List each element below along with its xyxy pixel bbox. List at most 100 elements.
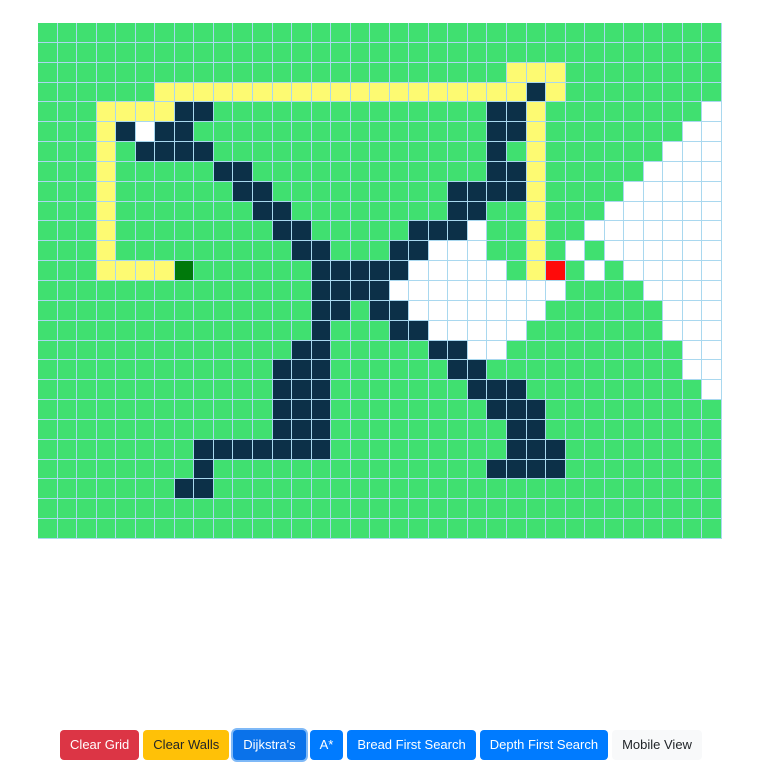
grid-cell[interactable]: [116, 221, 136, 242]
grid-cell[interactable]: [624, 122, 644, 143]
grid-cell[interactable]: [174, 459, 195, 480]
grid-cell[interactable]: [350, 300, 371, 321]
grid-cell[interactable]: [135, 459, 156, 480]
grid-cell[interactable]: [155, 519, 175, 539]
path-cell[interactable]: [135, 261, 156, 281]
grid-cell[interactable]: [370, 201, 390, 222]
grid-cell[interactable]: [57, 459, 78, 480]
grid-cell[interactable]: [643, 122, 664, 143]
visited-cell[interactable]: [467, 221, 488, 242]
grid-cell[interactable]: [292, 181, 312, 202]
grid-cell[interactable]: [448, 439, 468, 460]
wall-cell[interactable]: [409, 221, 429, 242]
grid-cell[interactable]: [38, 459, 58, 480]
path-cell[interactable]: [213, 82, 234, 103]
grid-cell[interactable]: [702, 479, 722, 500]
path-cell[interactable]: [96, 161, 117, 182]
grid-cell[interactable]: [448, 23, 468, 43]
grid-cell[interactable]: [194, 419, 214, 440]
grid-cell[interactable]: [233, 499, 253, 520]
grid-cell[interactable]: [174, 419, 195, 440]
visited-cell[interactable]: [682, 221, 703, 242]
wall-cell[interactable]: [292, 340, 312, 361]
grid-cell[interactable]: [389, 161, 410, 182]
grid-cell[interactable]: [702, 439, 722, 460]
grid-cell[interactable]: [252, 241, 273, 262]
wall-cell[interactable]: [292, 439, 312, 460]
grid-cell[interactable]: [643, 360, 664, 381]
grid-cell[interactable]: [57, 519, 78, 539]
grid-cell[interactable]: [487, 419, 508, 440]
grid-cell[interactable]: [135, 82, 156, 103]
grid-cell[interactable]: [252, 161, 273, 182]
grid-cell[interactable]: [174, 499, 195, 520]
grid-cell[interactable]: [507, 201, 527, 222]
visited-cell[interactable]: [526, 300, 547, 321]
visited-cell[interactable]: [643, 221, 664, 242]
wall-cell[interactable]: [389, 320, 410, 341]
grid-cell[interactable]: [57, 499, 78, 520]
grid-cell[interactable]: [467, 519, 488, 539]
grid-cell[interactable]: [135, 419, 156, 440]
grid-cell[interactable]: [194, 62, 214, 83]
grid-cell[interactable]: [77, 519, 97, 539]
grid-cell[interactable]: [624, 439, 644, 460]
wall-cell[interactable]: [252, 439, 273, 460]
grid-cell[interactable]: [663, 380, 683, 401]
grid-cell[interactable]: [585, 62, 605, 83]
grid-cell[interactable]: [213, 479, 234, 500]
grid-cell[interactable]: [507, 221, 527, 242]
grid-cell[interactable]: [448, 42, 468, 63]
grid-cell[interactable]: [604, 181, 625, 202]
grid-cell[interactable]: [389, 439, 410, 460]
visited-cell[interactable]: [643, 280, 664, 301]
grid-cell[interactable]: [331, 122, 351, 143]
grid-cell[interactable]: [585, 360, 605, 381]
grid-cell[interactable]: [38, 300, 58, 321]
wall-cell[interactable]: [272, 201, 293, 222]
grid-cell[interactable]: [213, 280, 234, 301]
grid-cell[interactable]: [370, 221, 390, 242]
grid-cell[interactable]: [428, 23, 449, 43]
grid-cell[interactable]: [135, 300, 156, 321]
grid-cell[interactable]: [213, 142, 234, 162]
wall-cell[interactable]: [252, 201, 273, 222]
grid-cell[interactable]: [428, 42, 449, 63]
visited-cell[interactable]: [428, 280, 449, 301]
grid-cell[interactable]: [370, 241, 390, 262]
grid-cell[interactable]: [155, 419, 175, 440]
grid-cell[interactable]: [604, 23, 625, 43]
grid-cell[interactable]: [448, 102, 468, 123]
grid-cell[interactable]: [682, 400, 703, 420]
grid-cell[interactable]: [350, 499, 371, 520]
visited-cell[interactable]: [565, 241, 586, 262]
visited-cell[interactable]: [702, 161, 722, 182]
grid-cell[interactable]: [546, 499, 566, 520]
grid-cell[interactable]: [526, 519, 547, 539]
wall-cell[interactable]: [487, 122, 508, 143]
grid-cell[interactable]: [585, 122, 605, 143]
grid-cell[interactable]: [643, 380, 664, 401]
grid-cell[interactable]: [546, 241, 566, 262]
pathfinding-grid[interactable]: [38, 23, 722, 539]
grid-cell[interactable]: [194, 122, 214, 143]
grid-cell[interactable]: [604, 439, 625, 460]
grid-cell[interactable]: [389, 201, 410, 222]
grid-cell[interactable]: [604, 161, 625, 182]
path-cell[interactable]: [272, 82, 293, 103]
wall-cell[interactable]: [311, 360, 332, 381]
grid-cell[interactable]: [604, 479, 625, 500]
visited-cell[interactable]: [624, 241, 644, 262]
grid-cell[interactable]: [57, 439, 78, 460]
wall-cell[interactable]: [311, 261, 332, 281]
grid-cell[interactable]: [682, 419, 703, 440]
grid-cell[interactable]: [174, 360, 195, 381]
grid-cell[interactable]: [292, 300, 312, 321]
grid-cell[interactable]: [604, 419, 625, 440]
grid-cell[interactable]: [116, 241, 136, 262]
grid-cell[interactable]: [233, 23, 253, 43]
path-cell[interactable]: [546, 62, 566, 83]
grid-cell[interactable]: [233, 459, 253, 480]
grid-cell[interactable]: [370, 360, 390, 381]
grid-cell[interactable]: [57, 380, 78, 401]
